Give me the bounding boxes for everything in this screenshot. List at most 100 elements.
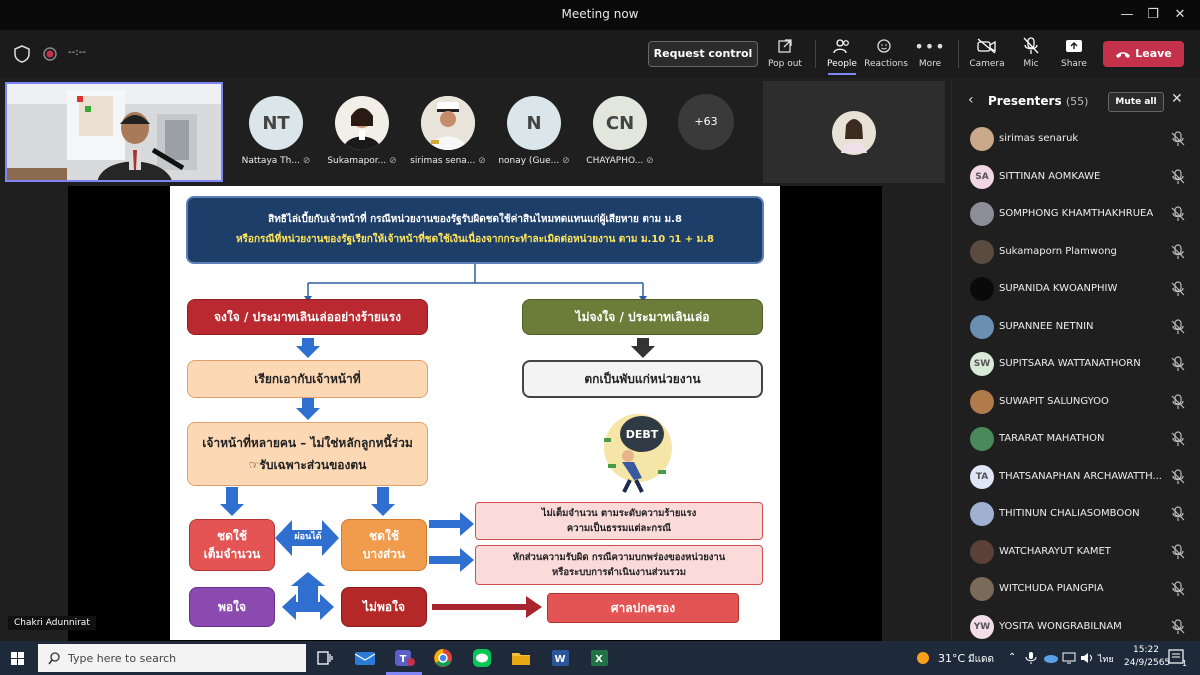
presenter-list-item[interactable]: WITCHUDA PIANGPIA: [952, 571, 1200, 608]
agency-bears-box: ตกเป็นพับแก่หน่วยงาน: [522, 360, 763, 398]
more-label: More: [918, 59, 942, 69]
clock[interactable]: 15:22 24/9/2565: [1124, 644, 1170, 670]
presenter-list-item[interactable]: SUPANNEE NETNIN: [952, 309, 1200, 346]
maximize-icon[interactable]: ❐: [1143, 5, 1163, 25]
debt-label: DEBT: [626, 428, 659, 441]
mic-muted-icon[interactable]: [1170, 281, 1186, 297]
presenter-video[interactable]: [5, 82, 223, 182]
chrome-icon[interactable]: [431, 646, 455, 670]
input-language[interactable]: ไทย: [1098, 652, 1114, 666]
minimize-icon[interactable]: —: [1117, 5, 1137, 25]
pop-out-button[interactable]: Pop out: [761, 36, 809, 69]
avatar: SW: [970, 352, 994, 376]
teams-icon[interactable]: T: [392, 646, 416, 670]
svg-text:X: X: [595, 654, 603, 665]
mic-muted-icon[interactable]: [1170, 131, 1186, 147]
mic-muted-icon: ⊘: [646, 156, 654, 166]
mic-muted-icon[interactable]: [1170, 506, 1186, 522]
presenter-list-item[interactable]: TARARAT MAHATHON: [952, 421, 1200, 458]
avatar: [970, 202, 994, 226]
presenter-list-item[interactable]: SA SITTINAN AOMKAWE: [952, 159, 1200, 196]
mic-muted-icon[interactable]: [1170, 431, 1186, 447]
claim-officer-box: เรียกเอากับเจ้าหน้าที่: [187, 360, 428, 398]
volume-icon[interactable]: [1080, 652, 1094, 664]
sun-weather-icon[interactable]: [916, 651, 930, 665]
presenter-list-item[interactable]: YW YOSITA WONGRABILNAM: [952, 609, 1200, 646]
microphone-tray-icon[interactable]: [1024, 652, 1038, 664]
presenter-list-item[interactable]: TA THATSANAPHAN ARCHAWATTH...: [952, 459, 1200, 496]
line-icon[interactable]: [470, 646, 494, 670]
mic-muted-icon[interactable]: [1170, 206, 1186, 222]
mic-muted-icon[interactable]: [1170, 618, 1186, 635]
avatar: [970, 277, 994, 301]
presenter-list-item[interactable]: SUPANIDA KWOANPHIW: [952, 271, 1200, 308]
reactions-button[interactable]: Reactions: [862, 36, 910, 69]
taskbar-search[interactable]: Type here to search: [38, 644, 306, 672]
excel-icon[interactable]: X: [587, 646, 611, 670]
chevron-left-icon[interactable]: ‹: [968, 92, 974, 108]
svg-text:T: T: [400, 654, 407, 665]
leave-button[interactable]: Leave: [1103, 41, 1184, 67]
screen-share-area: สิทธิไล่เบี้ยกับเจ้าหน้าที่ กรณีหน่วยงาน…: [0, 186, 948, 641]
camera-button[interactable]: Camera: [963, 36, 1011, 69]
more-participants-button[interactable]: +63: [678, 94, 734, 150]
partial-payment-box: ชดใช้ บางส่วน: [341, 519, 427, 571]
chevron-up-icon[interactable]: ⌃: [1008, 652, 1016, 663]
more-button[interactable]: ••• More: [906, 36, 954, 70]
administrative-court-box: ศาลปกครอง: [547, 593, 739, 623]
participant-tile[interactable]: N nonay (Gue... ⊘: [494, 96, 574, 166]
mail-icon[interactable]: [353, 646, 377, 670]
weather-description[interactable]: มีแดด: [968, 652, 994, 667]
request-control-button[interactable]: Request control: [648, 41, 758, 67]
participant-tile[interactable]: NT Nattaya Th... ⊘: [236, 96, 316, 166]
mic-muted-icon[interactable]: [1170, 581, 1186, 597]
people-button[interactable]: People: [818, 36, 866, 75]
people-icon: [833, 39, 849, 54]
unsatisfied-box: ไม่พอใจ: [341, 587, 427, 627]
temperature[interactable]: 31°C: [938, 652, 965, 665]
avatar: [970, 314, 994, 339]
presenter-list-item[interactable]: SOMPHONG KHAMTHAKHRUEA: [952, 196, 1200, 233]
file-explorer-icon[interactable]: [509, 646, 533, 670]
satisfied-box: พอใจ: [189, 587, 275, 627]
share-button[interactable]: Share: [1050, 36, 1098, 69]
multiple-officers-box: เจ้าหน้าที่หลายคน – ไม่ใช่หลักลูกหนี้ร่ว…: [187, 422, 428, 486]
participant-tile[interactable]: sirimas sena... ⊘: [408, 96, 488, 166]
presenter-name: THITINUN CHALIASOMBOON: [999, 508, 1140, 519]
presenter-list-item[interactable]: sirimas senaruk: [952, 121, 1200, 158]
onedrive-icon[interactable]: [1042, 653, 1058, 663]
network-icon[interactable]: [1062, 652, 1076, 664]
avatar: [970, 427, 994, 451]
presenter-list-item[interactable]: WATCHARAYUT KAMET: [952, 534, 1200, 571]
mic-muted-icon[interactable]: [1170, 168, 1186, 185]
avatar: [335, 96, 389, 150]
shield-icon[interactable]: [14, 45, 30, 63]
participant-video-tile[interactable]: [763, 81, 945, 183]
mic-muted-icon[interactable]: [1170, 393, 1186, 410]
presenter-list-item[interactable]: Sukamaporn Plamwong: [952, 234, 1200, 271]
not-full-amount-box: ไม่เต็มจำนวน ตามระดับความร้ายแรง ความเป็…: [475, 502, 763, 540]
mute-all-button[interactable]: Mute all: [1108, 92, 1164, 112]
leave-label: Leave: [1135, 47, 1172, 60]
shared-slide: สิทธิไล่เบี้ยกับเจ้าหน้าที่ กรณีหน่วยงาน…: [170, 186, 780, 640]
participant-tile[interactable]: CN CHAYAPHO... ⊘: [580, 96, 660, 166]
mic-muted-icon[interactable]: [1170, 243, 1186, 260]
mic-muted-icon[interactable]: [1170, 468, 1186, 485]
mic-muted-icon[interactable]: [1170, 318, 1186, 335]
mic-muted-icon[interactable]: [1170, 356, 1186, 372]
windows-start-icon[interactable]: [11, 652, 25, 666]
participant-tile[interactable]: Sukamapor... ⊘: [322, 96, 402, 166]
mic-muted-icon[interactable]: [1170, 543, 1186, 560]
close-icon[interactable]: ✕: [1170, 5, 1190, 25]
mic-button[interactable]: Mic: [1007, 36, 1055, 69]
avatar: [970, 389, 994, 414]
hang-up-icon: [1116, 52, 1131, 58]
presenter-name: WATCHARAYUT KAMET: [999, 545, 1111, 557]
presenter-list-item[interactable]: SW SUPITSARA WATTANATHORN: [952, 346, 1200, 383]
presenter-list-item[interactable]: SUWAPIT SALUNGYOO: [952, 384, 1200, 421]
panel-header: ‹ Presenters (55) Mute all ✕: [952, 88, 1200, 118]
presenter-list-item[interactable]: THITINUN CHALIASOMBOON: [952, 496, 1200, 533]
word-icon[interactable]: W: [548, 646, 572, 670]
task-view-icon[interactable]: [313, 646, 337, 670]
close-panel-icon[interactable]: ✕: [1171, 91, 1183, 107]
